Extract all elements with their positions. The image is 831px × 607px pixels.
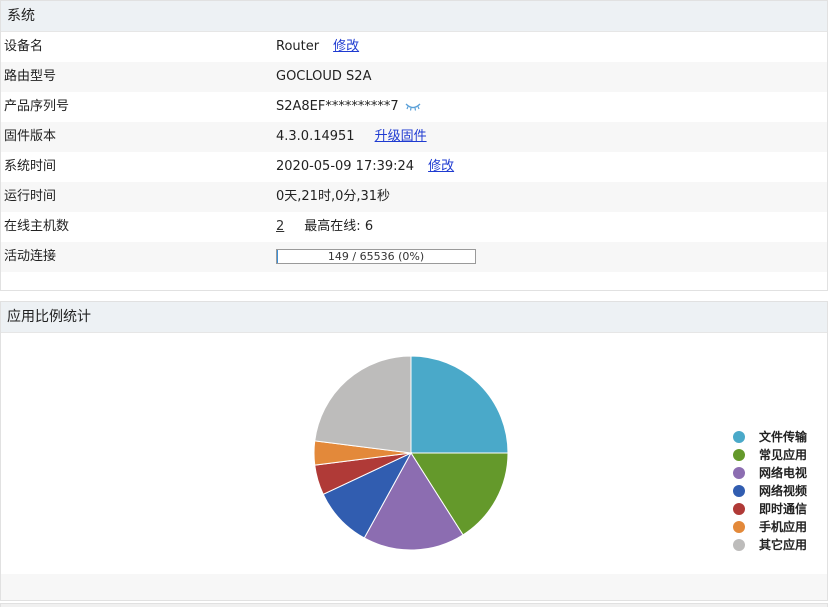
online-hosts-value-wrap: 2 最高在线: 6 — [276, 212, 373, 242]
connections-label: 活动连接 — [4, 249, 57, 264]
legend-item-5[interactable]: 即时通信 — [733, 500, 807, 518]
legend-swatch-icon — [733, 520, 745, 533]
app-pie-chart — [313, 355, 509, 551]
legend-swatch-icon — [733, 484, 745, 497]
device-name-value-wrap: Router 修改 — [276, 32, 359, 62]
eye-closed-icon[interactable] — [405, 102, 421, 112]
legend-swatch-icon — [733, 430, 745, 443]
legend-swatch-icon — [733, 448, 745, 461]
device-name-value: Router — [276, 39, 320, 54]
firmware-label: 固件版本 — [4, 129, 57, 144]
peak-online-label: 最高在线: — [304, 219, 361, 234]
serial-label: 产品序列号 — [4, 99, 70, 114]
connections-progress-text: 149 / 65536 (0%) — [327, 250, 425, 263]
legend-swatch-icon — [733, 502, 745, 515]
legend-item-3[interactable]: 网络电视 — [733, 464, 807, 482]
uptime-row: 运行时间 0天,21时,0分,31秒 — [1, 182, 827, 212]
legend-item-6[interactable]: 手机应用 — [733, 518, 807, 536]
serial-row: 产品序列号 S2A8EF**********7 — [1, 92, 827, 122]
legend-label: 网络视频 — [759, 484, 808, 498]
uptime-value: 0天,21时,0分,31秒 — [276, 189, 391, 204]
legend-label: 网络电视 — [759, 466, 808, 480]
system-panel: 系统 设备名 Router 修改 路由型号 GOCLOUD S2A 产品序列号 S… — [0, 0, 828, 291]
system-time-value-wrap: 2020-05-09 17:39:24 修改 — [276, 152, 454, 182]
legend-swatch-icon — [733, 466, 745, 479]
model-value: GOCLOUD S2A — [276, 69, 372, 84]
serial-value-wrap: S2A8EF**********7 — [276, 92, 421, 122]
legend-label: 手机应用 — [759, 520, 808, 534]
connections-row: 活动连接 149 / 65536 (0%) — [1, 242, 827, 272]
legend-label: 其它应用 — [759, 538, 808, 552]
app-stats-chart-area: 文件传输常见应用网络电视网络视频即时通信手机应用其它应用 — [1, 333, 827, 574]
app-stats-footer — [1, 574, 827, 600]
edit-system-time-link[interactable]: 修改 — [428, 159, 454, 174]
legend-swatch-icon — [733, 538, 745, 551]
edit-device-name-link[interactable]: 修改 — [333, 39, 359, 54]
model-row: 路由型号 GOCLOUD S2A — [1, 62, 827, 92]
next-panel-edge — [0, 603, 828, 607]
upgrade-firmware-link[interactable]: 升级固件 — [375, 129, 427, 144]
model-label: 路由型号 — [4, 69, 57, 84]
firmware-row: 固件版本 4.3.0.14951 升级固件 — [1, 122, 827, 152]
legend-item-4[interactable]: 网络视频 — [733, 482, 807, 500]
pie-slice-1[interactable] — [410, 355, 509, 454]
serial-value: S2A8EF**********7 — [276, 99, 399, 114]
connections-progress-bar: 149 / 65536 (0%) — [276, 249, 476, 264]
online-hosts-row: 在线主机数 2 最高在线: 6 — [1, 212, 827, 242]
legend-item-1[interactable]: 文件传输 — [733, 428, 807, 446]
app-stats-panel-title: 应用比例统计 — [1, 302, 827, 333]
system-time-label: 系统时间 — [4, 159, 57, 174]
online-hosts-label: 在线主机数 — [4, 219, 70, 234]
system-time-row: 系统时间 2020-05-09 17:39:24 修改 — [1, 152, 827, 182]
system-panel-title: 系统 — [1, 1, 827, 32]
legend-item-2[interactable]: 常见应用 — [733, 446, 807, 464]
legend-item-7[interactable]: 其它应用 — [733, 536, 807, 554]
device-name-label: 设备名 — [4, 39, 44, 54]
system-time-value: 2020-05-09 17:39:24 — [276, 159, 415, 174]
legend-label: 常见应用 — [759, 448, 808, 462]
pie-slice-7[interactable] — [314, 355, 412, 454]
online-hosts-count-link[interactable]: 2 — [276, 219, 284, 234]
app-pie-legend: 文件传输常见应用网络电视网络视频即时通信手机应用其它应用 — [733, 428, 807, 554]
app-stats-panel: 应用比例统计 文件传输常见应用网络电视网络视频即时通信手机应用其它应用 — [0, 301, 828, 601]
uptime-label: 运行时间 — [4, 189, 57, 204]
firmware-value-wrap: 4.3.0.14951 升级固件 — [276, 122, 427, 152]
peak-online-value: 6 — [364, 219, 374, 234]
device-name-row: 设备名 Router 修改 — [1, 32, 827, 62]
firmware-value: 4.3.0.14951 — [276, 129, 355, 144]
legend-label: 文件传输 — [759, 430, 808, 444]
legend-label: 即时通信 — [759, 502, 808, 516]
